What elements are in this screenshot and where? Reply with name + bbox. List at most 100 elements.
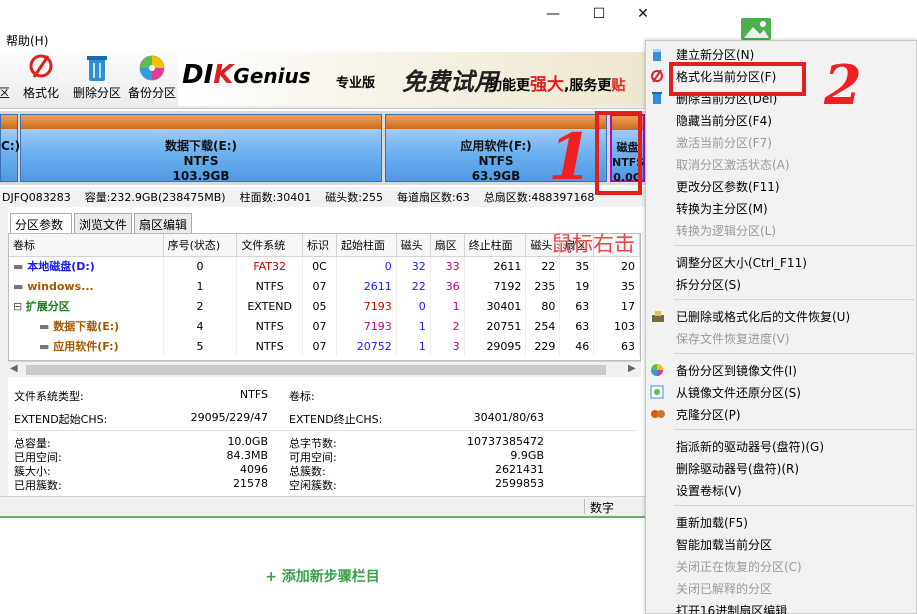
cell: 20 — [593, 256, 640, 276]
cell: 63 — [593, 336, 640, 356]
cell: FAT32 — [236, 256, 304, 276]
menu-item-hide-partition[interactable]: 隐藏当前分区(F4) — [676, 110, 772, 132]
drive-icon: ▬ — [13, 260, 28, 274]
row-volume: ⊟ 扩展分区 — [9, 296, 164, 316]
table-row[interactable]: ▬ 应用软件(F:) 5 NTFS 07 20752 1 3 29095 229… — [9, 336, 640, 356]
menu-help[interactable]: 帮助(H) — [6, 32, 48, 49]
col-header[interactable]: 磁头 — [396, 234, 431, 257]
partition-table: 卷标 序号(状态) 文件系统 标识 起始柱面 磁头 扇区 终止柱面 磁头 扇区 … — [8, 233, 641, 361]
cell: 4 — [163, 316, 238, 336]
tab-sector-edit[interactable]: 扇区编辑 — [134, 213, 192, 233]
cell: 1 — [163, 276, 238, 296]
horizontal-scrollbar[interactable]: ◀ ▶ — [8, 361, 641, 377]
menu-item-convert-primary[interactable]: 转换为主分区(M) — [676, 198, 768, 220]
cell: 63 — [559, 316, 595, 336]
cell: 2611 — [336, 276, 397, 296]
col-header[interactable]: 文件系统 — [236, 234, 304, 257]
menu-item-set-volume-label[interactable]: 设置卷标(V) — [676, 480, 742, 502]
backup-icon — [650, 363, 666, 379]
menu-item-restore-image[interactable]: 从镜像文件还原分区(S) — [676, 382, 801, 404]
menu-item-file-recovery[interactable]: 已删除或格式化后的文件恢复(U) — [676, 306, 850, 328]
menu-item-reload[interactable]: 重新加载(F5) — [676, 512, 748, 534]
maximize-button[interactable]: ☐ — [576, 0, 622, 28]
menu-item-hex-sector-editor[interactable]: 打开16进制扇区编辑 — [676, 600, 787, 614]
menu-item-resize-partition[interactable]: 调整分区大小(Ctrl_F11) — [676, 252, 807, 274]
toolbar-delete-button[interactable]: 删除分区 — [70, 49, 124, 107]
disk-capacity: 容量:232.9GB(238475MB) — [84, 191, 226, 204]
col-header[interactable]: 扇区 — [430, 234, 465, 257]
trash-icon — [650, 91, 666, 107]
scroll-left-icon[interactable]: ◀ — [10, 363, 18, 374]
menu-item-change-params[interactable]: 更改分区参数(F11) — [676, 176, 780, 198]
col-header[interactable]: 标识 — [302, 234, 337, 257]
cell: 5 — [163, 336, 238, 356]
row-volume: ▬ 应用软件(F:) — [9, 336, 164, 356]
toolbar-format-button[interactable]: 格式化 — [18, 49, 64, 107]
menu-bar: 帮助(H) — [0, 30, 665, 48]
cell: 1 — [396, 316, 431, 336]
col-header[interactable]: 序号(状态) — [163, 234, 238, 257]
format-icon — [650, 69, 666, 85]
cell: EXTEND — [236, 296, 304, 316]
extend-start-label: EXTEND起始CHS: — [14, 413, 108, 426]
scroll-right-icon[interactable]: ▶ — [628, 363, 636, 374]
cell: NTFS — [236, 336, 304, 356]
collapse-toggle-icon[interactable]: ⊟ — [13, 300, 26, 313]
drive-icon: ▬ — [39, 340, 54, 353]
scrollbar-thumb[interactable] — [26, 365, 606, 375]
menu-item-deactivate-partition: 取消分区激活状态(A) — [676, 158, 790, 172]
promo-text: 免费试用 — [402, 68, 498, 96]
menu-item-save-recovery: 保存文件恢复进度(V) — [676, 332, 790, 346]
col-header[interactable]: 起始柱面 — [336, 234, 397, 257]
cell: 2 — [430, 316, 465, 336]
cell: 1 — [430, 296, 465, 316]
col-header[interactable]: 终止柱面 — [464, 234, 527, 257]
toolbar-label: 备份分区 — [127, 86, 176, 100]
menu-item-split-partition[interactable]: 拆分分区(S) — [676, 274, 741, 296]
cell: 20752 — [336, 336, 397, 356]
backup-icon — [137, 53, 167, 86]
extend-start-value: 29095/229/47 — [190, 411, 268, 424]
col-header[interactable]: 卷标 — [9, 234, 164, 257]
menu-item-remove-drive-letter[interactable]: 删除驱动器号(盘符)(R) — [676, 458, 799, 480]
partition-fs: NTFS — [183, 154, 219, 168]
status-bar: 数字 — [0, 496, 645, 516]
brand-logo: DIKGenius — [182, 60, 311, 90]
close-button[interactable]: ✕ — [620, 0, 666, 28]
toolbar-item-partial[interactable]: 区 — [0, 49, 12, 107]
partition-block-c[interactable]: C:) — [0, 114, 20, 182]
table-row[interactable]: ▬ windows... 1 NTFS 07 2611 22 36 7192 2… — [9, 276, 640, 296]
toolbar-label: 格式化 — [22, 86, 59, 100]
volume-label-label: 卷标: — [289, 390, 315, 403]
cell: 235 — [525, 276, 561, 296]
diskgenius-banner: DIKGenius 专业版 免费试用 功能更强大,服务更贴 — [178, 52, 645, 106]
menu-item-clone-partition[interactable]: 克隆分区(P) — [676, 404, 741, 426]
tab-partition-params[interactable]: 分区参数 — [10, 213, 72, 233]
toolbar-label: 删除分区 — [72, 86, 121, 100]
table-row[interactable]: ▬ 数据下载(E:) 4 NTFS 07 7193 1 2 20751 254 … — [9, 316, 640, 336]
recover-icon — [650, 309, 666, 325]
table-row[interactable]: ▬ 本地磁盘(D:) 0 FAT32 0C 0 32 33 2611 22 35… — [9, 256, 640, 276]
toolbar-backup-button[interactable]: 备份分区 — [126, 49, 178, 107]
menu-item-smart-load[interactable]: 智能加载当前分区 — [676, 534, 772, 556]
annotation-box-1 — [595, 111, 642, 195]
menu-item-assign-drive-letter[interactable]: 指派新的驱动器号(盘符)(G) — [676, 436, 824, 458]
cell: 05 — [302, 296, 337, 316]
drive-icon: ▬ — [13, 279, 28, 293]
tab-browse-files[interactable]: 浏览文件 — [74, 213, 132, 233]
partition-details: 文件系统类型: NTFS 卷标: EXTEND起始CHS: 29095/229/… — [8, 378, 641, 494]
partition-block-e[interactable]: 数据下载(E:) NTFS 103.9GB — [20, 114, 382, 183]
table-row[interactable]: ⊟ 扩展分区 2 EXTEND 05 7193 0 1 30401 80 63 … — [9, 296, 640, 316]
cell: 32 — [396, 256, 431, 276]
cell: 0C — [302, 256, 337, 276]
cell: 35 — [559, 256, 595, 276]
menu-item-activate-partition: 激活当前分区(F7) — [676, 136, 772, 150]
cell: 1 — [396, 336, 431, 356]
minimize-button[interactable]: — — [530, 0, 576, 28]
total-cap-value: 10.0GB — [227, 435, 268, 448]
menu-item-backup-image[interactable]: 备份分区到镜像文件(I) — [676, 360, 797, 382]
free-clusters-value: 2599853 — [495, 477, 544, 490]
drive-icon: ▬ — [39, 320, 54, 333]
row-volume: ▬ 本地磁盘(D:) — [9, 256, 164, 276]
add-step-link[interactable]: + 添加新步骤栏目 — [0, 566, 645, 594]
